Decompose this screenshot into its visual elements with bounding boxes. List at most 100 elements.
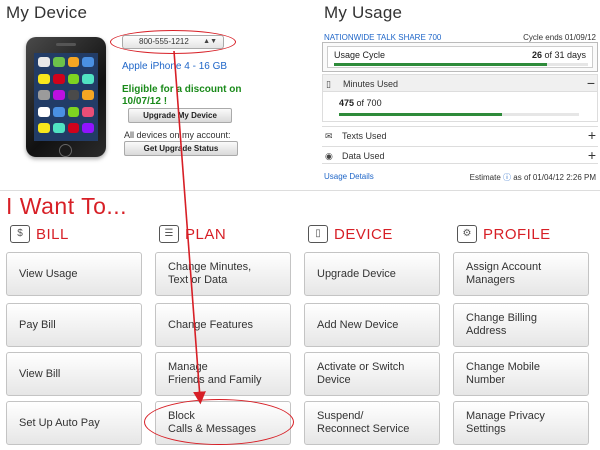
upgrade-my-device-button[interactable]: Upgrade My Device <box>128 108 232 123</box>
app-icon <box>67 57 80 67</box>
action-button-label: Upgrade Device <box>317 267 396 280</box>
action-button-label: View Bill <box>19 367 61 380</box>
discount-line-1: Eligible for a discount on <box>122 84 242 95</box>
column-heading-label: BILL <box>36 225 69 243</box>
phone-number-select[interactable]: 800-555-1212 ▲▼ <box>122 35 224 49</box>
usage-cycle-panel: Usage Cycle 26 of 31 days <box>327 46 593 68</box>
action-button-label: Pay Bill <box>19 318 56 331</box>
texts-used-label: Texts Used <box>342 131 387 141</box>
discount-line-2: 10/07/12 ! <box>122 96 168 107</box>
expand-texts-icon[interactable]: + <box>588 127 596 143</box>
usage-cycle-label: Usage Cycle <box>334 50 386 60</box>
section-divider <box>0 190 600 191</box>
plan-icon: ☰ <box>159 225 179 243</box>
action-button-change-billing-address[interactable]: Change Billing Address <box>453 303 589 347</box>
estimate-label: Estimate <box>469 173 501 182</box>
minutes-used-value: 475 of 700 <box>339 98 382 108</box>
minutes-used-label: Minutes Used <box>343 79 399 89</box>
app-icon <box>52 106 65 117</box>
data-used-label: Data Used <box>342 151 385 161</box>
estimate-date: as of 01/04/12 2:26 PM <box>513 173 596 182</box>
action-button-view-usage[interactable]: View Usage <box>6 252 142 296</box>
dollar-icon: $ <box>10 225 30 243</box>
usage-details-link[interactable]: Usage Details <box>324 172 374 181</box>
action-button-upgrade-device[interactable]: Upgrade Device <box>304 252 440 296</box>
globe-icon: ◉ <box>325 151 333 161</box>
action-button-label: Change Mobile Number <box>466 361 540 386</box>
action-button-label: Block Calls & Messages <box>168 410 257 435</box>
action-button-activate-or-switch-device[interactable]: Activate or Switch Device <box>304 352 440 396</box>
cycle-ends-text: Cycle ends 01/09/12 <box>523 33 596 42</box>
phone-number-value: 800-555-1212 <box>139 37 189 46</box>
iphone-image <box>26 37 106 157</box>
collapse-minutes-icon[interactable]: − <box>587 75 595 91</box>
app-icon <box>82 57 94 67</box>
my-usage-title: My Usage <box>324 3 403 22</box>
app-icon <box>67 73 80 84</box>
action-button-set-up-auto-pay[interactable]: Set Up Auto Pay <box>6 401 142 445</box>
app-icon <box>38 90 50 101</box>
my-usage-section: My Usage NATIONWIDE TALK SHARE 700 Cycle… <box>322 0 598 190</box>
action-button-label: Manage Friends and Family <box>168 361 262 386</box>
app-icon <box>38 73 50 84</box>
envelope-icon: ✉ <box>325 131 333 141</box>
minutes-used-row[interactable]: ▯ Minutes Used − <box>322 74 598 92</box>
column-heading-label: PLAN <box>185 225 227 243</box>
app-icon <box>67 123 80 134</box>
app-icon <box>82 73 94 84</box>
action-button-suspend-reconnect-service[interactable]: Suspend/ Reconnect Service <box>304 401 440 445</box>
app-icon <box>52 73 65 84</box>
column-heading-label: DEVICE <box>334 225 393 243</box>
my-device-section: My Device 800-555-1212 ▲▼ Apple iPhone 4… <box>6 0 306 190</box>
column-heading-plan: ☰ PLAN <box>159 223 226 245</box>
texts-used-row[interactable]: ✉ Texts Used + <box>322 126 598 144</box>
device-model-link[interactable]: Apple iPhone 4 - 16 GB <box>122 61 227 72</box>
action-button-view-bill[interactable]: View Bill <box>6 352 142 396</box>
usage-cycle-progress-bar <box>334 63 588 66</box>
all-devices-label: All devices on my account: <box>124 130 231 140</box>
action-button-label: Manage Privacy Settings <box>466 410 545 435</box>
action-button-assign-account-managers[interactable]: Assign Account Managers <box>453 252 589 296</box>
action-button-label: Set Up Auto Pay <box>19 416 100 429</box>
phone-icon: ▯ <box>326 79 331 89</box>
device-icon: ▯ <box>308 225 328 243</box>
action-button-label: Change Features <box>168 318 253 331</box>
minutes-progress-fill <box>339 113 503 116</box>
app-icon <box>38 123 50 134</box>
column-heading-device: ▯ DEVICE <box>308 223 393 245</box>
profile-gear-icon: ⚙ <box>457 225 477 243</box>
usage-cycle-progress-fill <box>334 63 548 66</box>
data-used-row[interactable]: ◉ Data Used + <box>322 146 598 164</box>
get-upgrade-status-button[interactable]: Get Upgrade Status <box>124 141 238 156</box>
action-button-pay-bill[interactable]: Pay Bill <box>6 303 142 347</box>
estimate-text: Estimate ⓘ as of 01/04/12 2:26 PM <box>470 172 596 183</box>
minutes-detail-panel: 475 of 700 <box>322 92 598 122</box>
action-button-manage-privacy-settings[interactable]: Manage Privacy Settings <box>453 401 589 445</box>
app-icon <box>82 106 94 117</box>
action-button-label: Suspend/ Reconnect Service <box>317 410 410 435</box>
usage-cycle-box: Usage Cycle 26 of 31 days <box>322 42 598 72</box>
discount-eligibility: Eligible for a discount on 10/07/12 ! <box>122 84 262 108</box>
action-button-label: Assign Account Managers <box>466 261 542 286</box>
app-icon <box>82 123 94 134</box>
action-button-change-minutes-text-or-data[interactable]: Change Minutes, Text or Data <box>155 252 291 296</box>
action-button-label: Add New Device <box>317 318 399 331</box>
app-icon <box>38 106 50 117</box>
action-button-manage-friends-and-family[interactable]: Manage Friends and Family <box>155 352 291 396</box>
app-icon <box>67 90 80 101</box>
action-button-label: Activate or Switch Device <box>317 361 405 386</box>
i-want-to-title: I Want To... <box>6 193 128 219</box>
info-icon[interactable]: ⓘ <box>503 173 511 182</box>
column-heading-profile: ⚙ PROFILE <box>457 223 551 245</box>
action-button-block-calls-messages[interactable]: Block Calls & Messages <box>155 401 291 445</box>
plan-name: NATIONWIDE TALK SHARE 700 <box>324 33 442 42</box>
plan-row: NATIONWIDE TALK SHARE 700 Cycle ends 01/… <box>324 33 596 42</box>
expand-data-icon[interactable]: + <box>588 147 596 163</box>
action-button-add-new-device[interactable]: Add New Device <box>304 303 440 347</box>
app-icon <box>67 106 80 117</box>
home-button-icon <box>59 144 72 157</box>
action-button-change-mobile-number[interactable]: Change Mobile Number <box>453 352 589 396</box>
action-button-change-features[interactable]: Change Features <box>155 303 291 347</box>
minutes-progress-bar <box>339 113 579 116</box>
app-icon <box>52 90 65 101</box>
